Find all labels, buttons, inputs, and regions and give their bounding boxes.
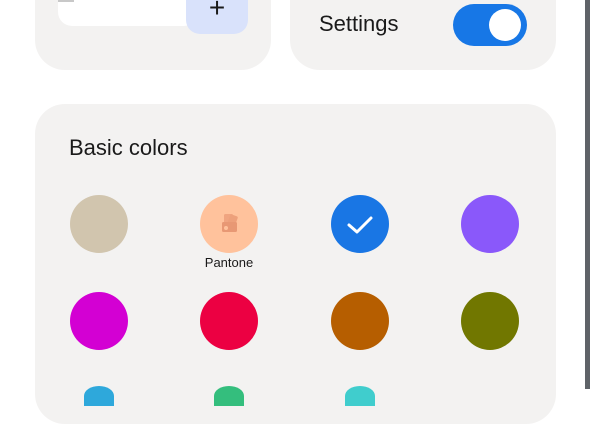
color-swatch-partial-2[interactable] (214, 386, 244, 406)
pantone-label: Pantone (204, 255, 254, 270)
color-swatch-pantone[interactable] (200, 195, 258, 253)
toggle-knob (489, 9, 521, 41)
top-left-card: + (35, 0, 271, 70)
color-swatch-orange[interactable] (331, 292, 389, 350)
color-swatch-red[interactable] (200, 292, 258, 350)
swatch-book-icon (222, 214, 238, 232)
settings-label: Settings (319, 11, 399, 36)
settings-toggle[interactable] (453, 4, 527, 46)
input-field[interactable] (58, 0, 198, 26)
add-button[interactable]: + (186, 0, 248, 34)
basic-colors-title: Basic colors (69, 135, 188, 160)
color-swatch-partial-3[interactable] (345, 386, 375, 406)
basic-colors-card: Basic colors Pantone (35, 104, 556, 424)
settings-card[interactable]: Settings (290, 0, 556, 70)
color-swatch-olive[interactable] (461, 292, 519, 350)
color-swatch-blue[interactable] (331, 195, 389, 253)
dash-icon (58, 0, 74, 2)
color-swatch-purple[interactable] (461, 195, 519, 253)
color-swatch-magenta[interactable] (70, 292, 128, 350)
color-swatch-partial-1[interactable] (84, 386, 114, 406)
window-edge (585, 0, 590, 389)
color-swatch-beige[interactable] (70, 195, 128, 253)
check-icon (347, 216, 373, 234)
